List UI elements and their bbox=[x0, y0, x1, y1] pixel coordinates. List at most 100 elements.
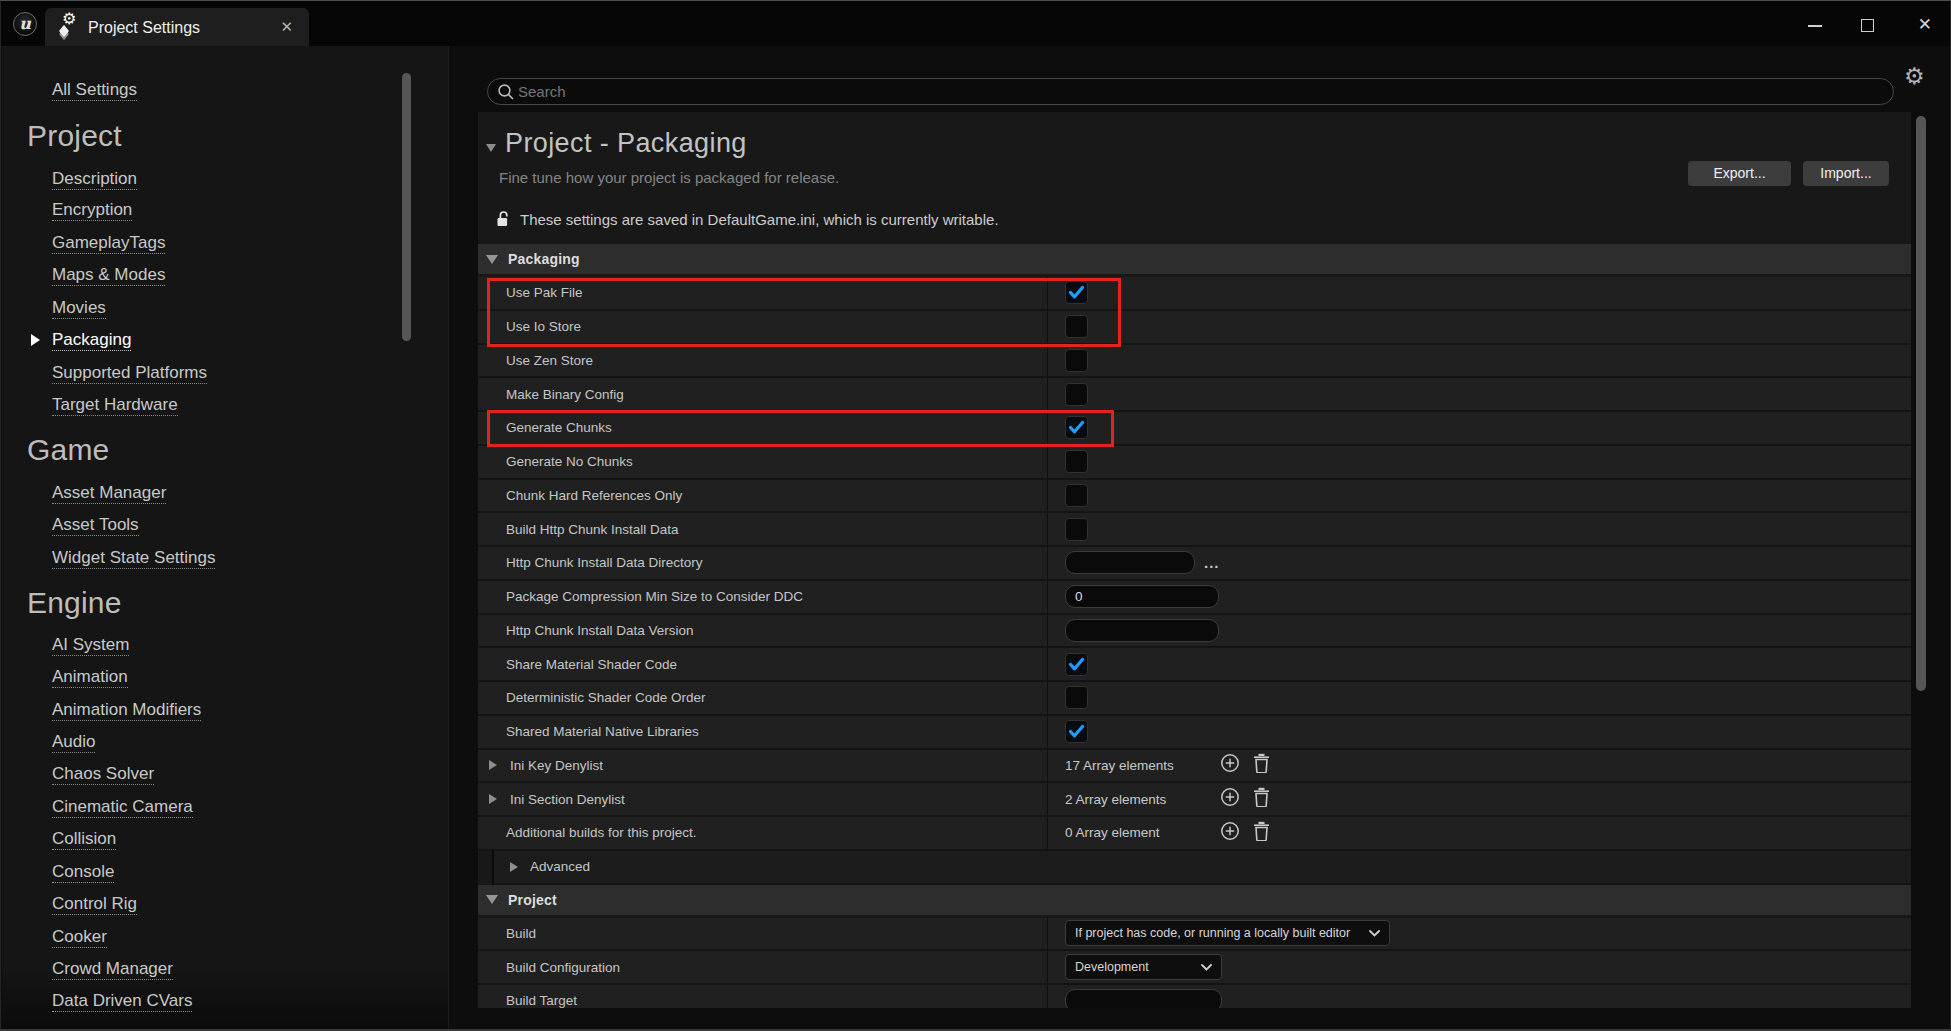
settings-row-advanced[interactable]: Advanced bbox=[492, 851, 1911, 885]
row-label: Http Chunk Install Data Version bbox=[506, 623, 694, 638]
sidebar-item-collision[interactable]: Collision bbox=[52, 829, 116, 849]
search-bar[interactable] bbox=[487, 78, 1894, 105]
text-input-http-chunk-install-data-directory[interactable] bbox=[1065, 551, 1195, 574]
sidebar-item-animation-modifiers[interactable]: Animation Modifiers bbox=[52, 700, 201, 720]
row-expander-icon[interactable] bbox=[489, 794, 497, 804]
row-expander-icon[interactable] bbox=[489, 760, 497, 770]
settings-row-shared-material-native-libraries: Shared Material Native Libraries bbox=[478, 716, 1911, 750]
checkbox-use-zen-store-unchecked[interactable] bbox=[1065, 349, 1088, 372]
row-label-cell: Http Chunk Install Data Version bbox=[478, 615, 1048, 647]
sidebar-item-cinematic-camera[interactable]: Cinematic Camera bbox=[52, 797, 193, 817]
section-expand-arrow-icon bbox=[486, 895, 498, 904]
text-input-build-target[interactable] bbox=[1065, 989, 1222, 1008]
sidebar-section-header-engine: Engine bbox=[27, 586, 122, 620]
text-input-package-compression-min-size-to-consider-ddc[interactable]: 0 bbox=[1065, 585, 1219, 608]
row-label-cell: Deterministic Shader Code Order bbox=[478, 682, 1048, 714]
sidebar-item-chaos-solver[interactable]: Chaos Solver bbox=[52, 764, 154, 784]
row-value-cell: ... bbox=[1048, 547, 1911, 579]
unreal-engine-logo-icon[interactable]: u bbox=[13, 12, 37, 36]
clear-array-button[interactable] bbox=[1253, 821, 1270, 845]
search-input[interactable] bbox=[518, 80, 1858, 103]
section-header-project[interactable]: Project bbox=[478, 885, 1911, 915]
clear-array-button[interactable] bbox=[1253, 787, 1270, 811]
tab-close-icon[interactable]: ✕ bbox=[280, 18, 293, 36]
selected-item-arrow-icon bbox=[31, 334, 40, 346]
tab-title: Project Settings bbox=[88, 19, 200, 37]
dropdown-build-configuration[interactable]: Development bbox=[1065, 954, 1222, 980]
settings-row-use-zen-store: Use Zen Store bbox=[478, 345, 1911, 379]
annotation-highlight-box-1 bbox=[487, 278, 1121, 347]
row-value-cell bbox=[1048, 615, 1911, 647]
row-label-cell: Make Binary Config bbox=[478, 378, 1048, 410]
section-title: Project bbox=[508, 892, 557, 908]
section-title: Packaging bbox=[508, 251, 580, 267]
advanced-expander-icon[interactable] bbox=[510, 862, 518, 872]
import-button[interactable]: Import... bbox=[1803, 161, 1889, 186]
sidebar-item-description[interactable]: Description bbox=[52, 169, 137, 189]
sidebar-item-all-settings[interactable]: All Settings bbox=[52, 80, 137, 100]
checkbox-make-binary-config-unchecked[interactable] bbox=[1065, 383, 1088, 406]
row-label: Build Http Chunk Install Data bbox=[506, 522, 679, 537]
sidebar-item-widget-state-settings[interactable]: Widget State Settings bbox=[52, 548, 215, 568]
sidebar-scrollbar[interactable] bbox=[402, 73, 411, 341]
checkbox-deterministic-shader-code-order-unchecked[interactable] bbox=[1065, 686, 1088, 709]
array-count-label: 0 Array element bbox=[1065, 825, 1160, 840]
sidebar-item-maps-modes[interactable]: Maps & Modes bbox=[52, 265, 165, 285]
dropdown-build[interactable]: If project has code, or running a locall… bbox=[1065, 920, 1390, 946]
sidebar-item-movies[interactable]: Movies bbox=[52, 298, 106, 318]
tab-project-settings[interactable]: ⚙ Project Settings ✕ bbox=[45, 8, 309, 46]
sidebar-section-header-game: Game bbox=[27, 433, 110, 467]
page-title: Project - Packaging bbox=[505, 128, 747, 159]
checkbox-build-http-chunk-install-data-unchecked[interactable] bbox=[1065, 518, 1088, 541]
sidebar-item-supported-platforms[interactable]: Supported Platforms bbox=[52, 363, 207, 383]
sidebar-item-audio[interactable]: Audio bbox=[52, 732, 95, 752]
sidebar-item-console[interactable]: Console bbox=[52, 862, 114, 882]
add-element-button[interactable] bbox=[1220, 821, 1240, 845]
project-settings-window: u ⚙ Project Settings ✕ ✕ All Settings Pro… bbox=[0, 0, 1951, 1031]
minimize-button[interactable] bbox=[1808, 25, 1822, 27]
row-label: Deterministic Shader Code Order bbox=[506, 690, 706, 705]
settings-sidebar: All SettingsProjectDescriptionEncryption… bbox=[2, 46, 448, 1030]
settings-row-build-configuration: Build ConfigurationDevelopment bbox=[478, 951, 1911, 985]
checkbox-shared-material-native-libraries-checked[interactable] bbox=[1065, 720, 1088, 743]
row-value-cell: If project has code, or running a locall… bbox=[1048, 918, 1911, 950]
section-collapse-arrow-icon[interactable] bbox=[486, 144, 496, 152]
sidebar-item-packaging[interactable]: Packaging bbox=[52, 330, 131, 350]
browse-ellipsis-button[interactable]: ... bbox=[1204, 558, 1220, 568]
settings-gear-icon[interactable]: ⚙ bbox=[1904, 63, 1925, 89]
row-label-cell: Ini Section Denylist bbox=[478, 783, 1048, 815]
row-label-cell: Additional builds for this project. bbox=[478, 817, 1048, 849]
sidebar-item-cooker[interactable]: Cooker bbox=[52, 927, 107, 947]
sidebar-item-asset-tools[interactable]: Asset Tools bbox=[52, 515, 139, 535]
sidebar-item-target-hardware[interactable]: Target Hardware bbox=[52, 395, 178, 415]
row-value-cell bbox=[1048, 648, 1911, 680]
checkbox-generate-no-chunks-unchecked[interactable] bbox=[1065, 450, 1088, 473]
row-label: Build bbox=[506, 926, 536, 941]
section-header-packaging[interactable]: Packaging bbox=[478, 244, 1911, 274]
add-element-button[interactable] bbox=[1220, 753, 1240, 777]
clear-array-button[interactable] bbox=[1253, 753, 1270, 777]
sidebar-item-asset-manager[interactable]: Asset Manager bbox=[52, 483, 166, 503]
settings-row-additional-builds-for-this-project: Additional builds for this project. 0 Arr… bbox=[478, 817, 1911, 851]
row-value-cell bbox=[1048, 345, 1911, 377]
row-value-cell bbox=[1048, 378, 1911, 410]
page-subtitle: Fine tune how your project is packaged f… bbox=[499, 169, 839, 186]
add-element-button[interactable] bbox=[1220, 787, 1240, 811]
text-input-http-chunk-install-data-version[interactable] bbox=[1065, 619, 1219, 642]
sidebar-item-encryption[interactable]: Encryption bbox=[52, 200, 132, 220]
sidebar-item-gameplaytags[interactable]: GameplayTags bbox=[52, 233, 165, 253]
sidebar-item-data-driven-cvars[interactable]: Data Driven CVars bbox=[52, 991, 192, 1011]
sidebar-item-animation[interactable]: Animation bbox=[52, 667, 128, 687]
maximize-button[interactable] bbox=[1861, 19, 1874, 32]
main-scrollbar[interactable] bbox=[1916, 116, 1926, 691]
settings-row-build: Build If project has code, or running a l… bbox=[478, 918, 1911, 952]
row-label: Package Compression Min Size to Consider… bbox=[506, 589, 803, 604]
export-button[interactable]: Export... bbox=[1688, 161, 1791, 186]
checkbox-chunk-hard-references-only-unchecked[interactable] bbox=[1065, 484, 1088, 507]
checkbox-share-material-shader-code-checked[interactable] bbox=[1065, 653, 1088, 676]
sidebar-item-ai-system[interactable]: AI System bbox=[52, 635, 129, 655]
close-button[interactable]: ✕ bbox=[1918, 14, 1932, 35]
sidebar-item-control-rig[interactable]: Control Rig bbox=[52, 894, 137, 914]
sidebar-item-crowd-manager[interactable]: Crowd Manager bbox=[52, 959, 173, 979]
row-label: Chunk Hard References Only bbox=[506, 488, 682, 503]
